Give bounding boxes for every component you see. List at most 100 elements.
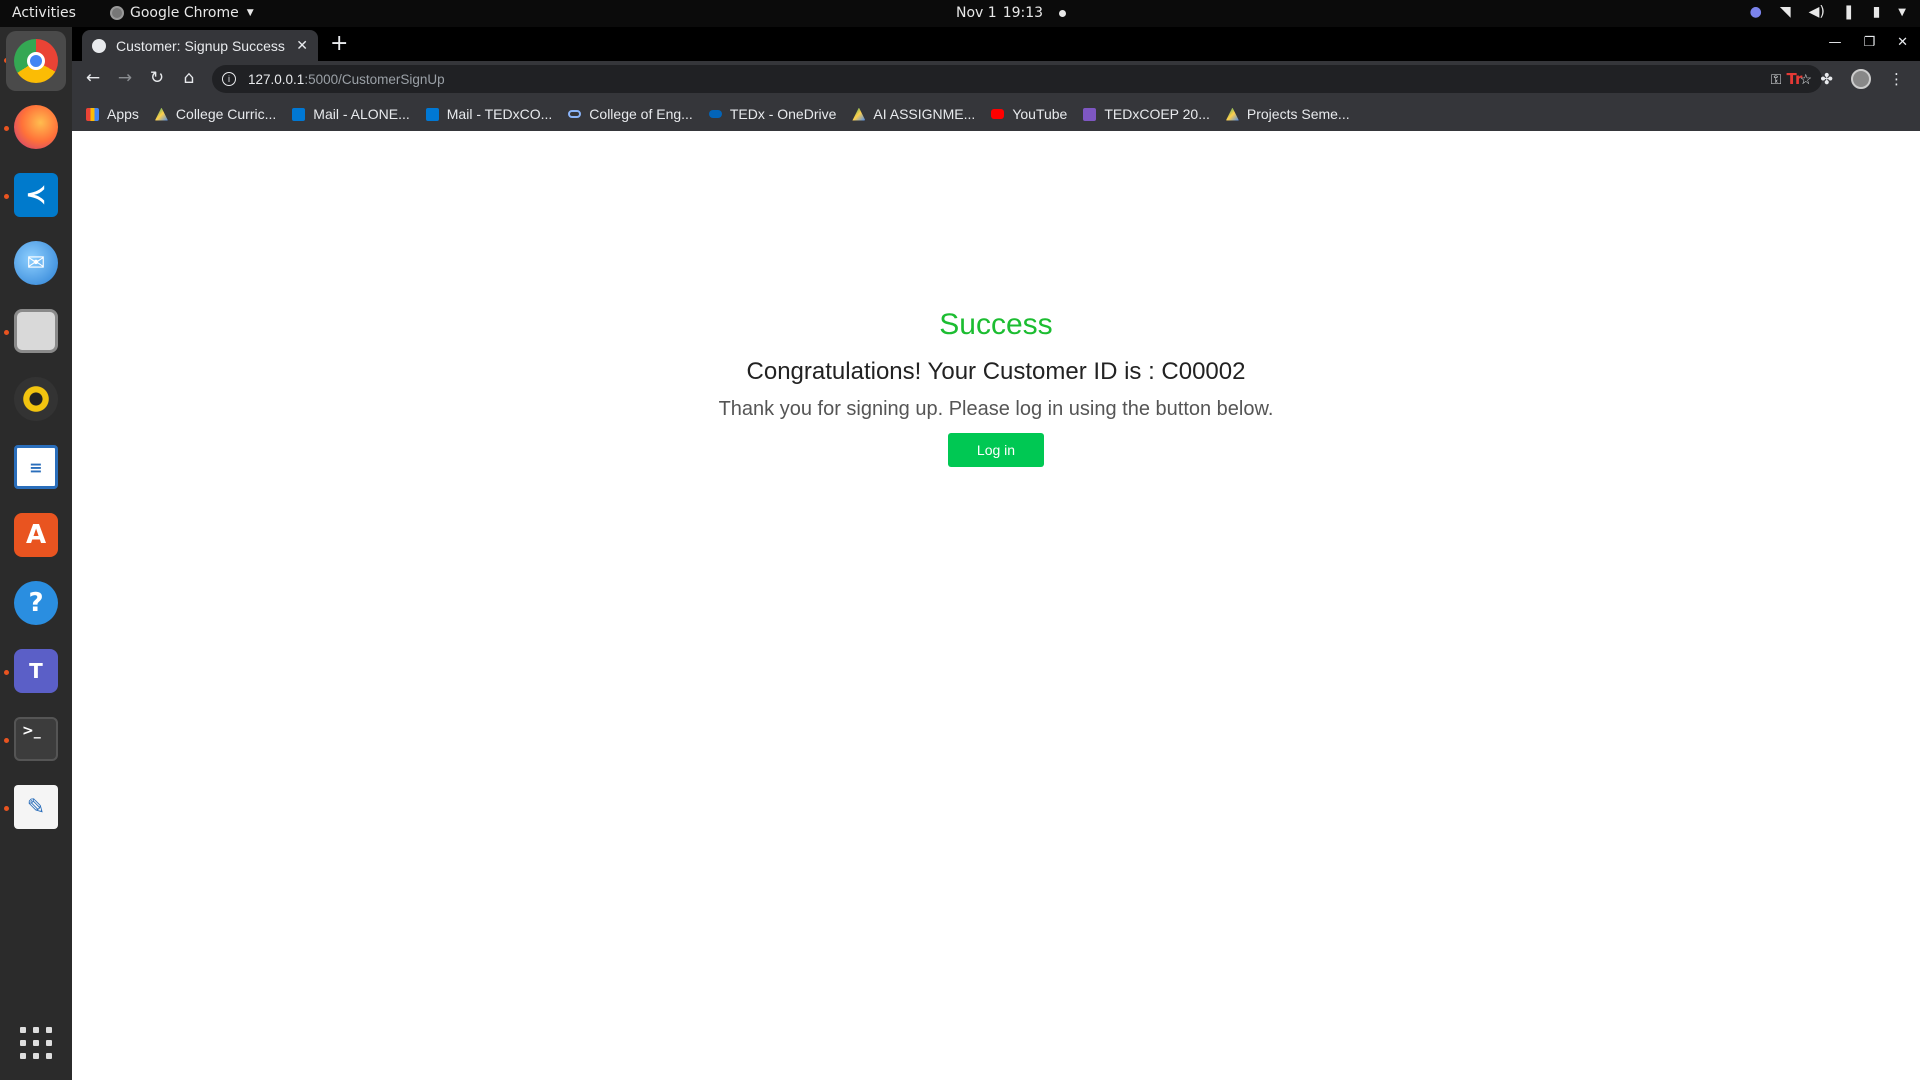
outlook-icon: [292, 107, 306, 121]
more-menu-icon[interactable]: ⋮: [1889, 70, 1904, 88]
dock-chrome[interactable]: [6, 31, 66, 91]
running-indicator-icon: [4, 806, 9, 811]
bookmark-label: TEDx - OneDrive: [729, 106, 837, 122]
customer-id-message: Congratulations! Your Customer ID is : C…: [746, 358, 1246, 385]
bookmark-label: College Curric...: [175, 106, 277, 122]
activities-button[interactable]: Activities: [12, 5, 76, 21]
document-icon: ≡: [14, 445, 58, 489]
globe-icon: [92, 38, 106, 53]
close-window-icon[interactable]: ✕: [1897, 35, 1908, 50]
dock-writer[interactable]: ≡: [11, 442, 61, 492]
bookmark-item[interactable]: College Curric...: [154, 106, 277, 122]
dock-help[interactable]: ?: [11, 578, 61, 628]
forward-icon[interactable]: →: [114, 68, 136, 88]
bookmark-label: Mail - TEDxCO...: [446, 106, 553, 122]
firefox-icon: [14, 105, 58, 149]
dock-software[interactable]: A: [11, 510, 61, 560]
dock-rhythmbox[interactable]: [11, 374, 61, 424]
bookmark-item[interactable]: TEDxCOEP 20...: [1083, 106, 1210, 122]
bookmark-item[interactable]: Mail - ALONE...: [292, 106, 410, 122]
home-icon[interactable]: ⌂: [178, 68, 200, 88]
back-icon[interactable]: ←: [82, 68, 104, 88]
dock-thunderbird[interactable]: ✉: [11, 238, 61, 288]
app-menu[interactable]: Google Chrome ▼: [110, 5, 254, 21]
url-path: :5000/CustomerSignUp: [304, 71, 445, 87]
power-menu-caret-icon[interactable]: ▼: [1898, 7, 1906, 18]
close-tab-icon[interactable]: ✕: [296, 37, 308, 54]
bookmark-item[interactable]: TEDx - OneDrive: [708, 106, 837, 122]
clock-date: Nov 1: [956, 5, 997, 21]
dock-terminal[interactable]: >_: [11, 714, 61, 764]
login-button[interactable]: Log in: [948, 433, 1044, 467]
clock[interactable]: Nov 1 19:13: [956, 5, 1067, 21]
dock-text-editor[interactable]: ✎: [11, 782, 61, 832]
restore-icon[interactable]: ❐: [1863, 35, 1875, 50]
volume-icon: ◀): [1808, 4, 1825, 20]
site-info-icon[interactable]: i: [222, 72, 236, 86]
list-icon: [1083, 107, 1097, 121]
profile-avatar[interactable]: [1851, 69, 1871, 89]
microphone-icon: ❚: [1842, 4, 1855, 20]
bookmark-item[interactable]: College of Eng...: [568, 106, 693, 122]
dock-files[interactable]: [11, 306, 61, 356]
success-panel: Success Congratulations! Your Customer I…: [72, 307, 1920, 467]
dock-vscode[interactable]: ≺: [11, 170, 61, 220]
notification-dot-icon: [1059, 9, 1067, 17]
minimize-icon[interactable]: —: [1828, 35, 1841, 50]
extension-red-icon[interactable]: Tr: [1786, 70, 1802, 88]
chrome-icon: [14, 39, 58, 83]
wifi-icon: ◥: [1779, 4, 1791, 20]
system-top-bar: Activities Google Chrome ▼ Nov 1 19:13 ●…: [0, 0, 1920, 27]
running-indicator-icon: [4, 194, 9, 199]
address-bar[interactable]: i 127.0.0.1:5000/CustomerSignUp ⚿ ☆: [212, 65, 1822, 93]
extensions-puzzle-icon[interactable]: ✤: [1820, 70, 1833, 88]
google-drive-icon: [154, 107, 168, 121]
bookmarks-bar: Apps College Curric... Mail - ALONE... M…: [72, 97, 1920, 131]
url-host: 127.0.0.1: [248, 71, 305, 87]
key-icon[interactable]: ⚿: [1771, 71, 1782, 88]
page-viewport: Success Congratulations! Your Customer I…: [72, 131, 1920, 1080]
caret-down-icon: ▼: [246, 8, 254, 18]
folder-icon: [14, 309, 58, 353]
dock-firefox[interactable]: [11, 102, 61, 152]
window-controls: — ❐ ✕: [1828, 35, 1908, 50]
google-drive-icon: [1225, 107, 1239, 121]
bookmark-item[interactable]: Mail - TEDxCO...: [425, 106, 553, 122]
google-drive-icon: [852, 107, 866, 121]
running-indicator-icon: [4, 126, 9, 131]
apps-grid-icon: [86, 107, 99, 121]
instruction-text: Thank you for signing up. Please log in …: [718, 398, 1274, 420]
onedrive-cloud-icon: [708, 110, 722, 118]
show-applications-icon[interactable]: [20, 1027, 52, 1059]
bookmark-item[interactable]: Projects Seme...: [1225, 106, 1350, 122]
thunderbird-icon: ✉: [14, 241, 58, 285]
bookmark-label: Apps: [107, 106, 139, 122]
bookmark-item[interactable]: YouTube: [991, 106, 1067, 122]
dock-teams[interactable]: T: [11, 646, 61, 696]
bookmark-label: College of Eng...: [589, 106, 693, 122]
bookmark-label: YouTube: [1012, 106, 1068, 122]
help-icon: ?: [14, 581, 58, 625]
dock: ≺ ✉ ≡ A ? T >_ ✎: [0, 27, 72, 1080]
tab-title: Customer: Signup Success: [116, 37, 285, 54]
reload-icon[interactable]: ↻: [146, 68, 168, 88]
browser-window: Customer: Signup Success ✕ + — ❐ ✕ ← → ↻…: [72, 27, 1920, 131]
tab-strip: Customer: Signup Success ✕ + — ❐ ✕: [72, 27, 1920, 61]
system-tray[interactable]: ● ◥ ◀) ❚ ▮ ▼: [1750, 4, 1906, 20]
bookmark-label: AI ASSIGNME...: [873, 106, 976, 122]
teams-tray-icon[interactable]: ●: [1750, 4, 1762, 20]
clock-time: 19:13: [1002, 5, 1044, 21]
app-menu-label: Google Chrome: [130, 5, 239, 21]
software-store-icon: A: [14, 513, 58, 557]
bookmark-apps[interactable]: Apps: [86, 106, 139, 122]
new-tab-icon[interactable]: +: [330, 33, 348, 55]
rhythmbox-icon: [14, 377, 58, 421]
running-indicator-icon: [4, 670, 9, 675]
teams-icon: T: [14, 649, 58, 693]
link-icon: [568, 110, 582, 118]
bookmark-item[interactable]: AI ASSIGNME...: [852, 106, 975, 122]
extension-icons: Tr ✤ ⋮: [1786, 69, 1904, 89]
bookmark-label: Projects Seme...: [1246, 106, 1350, 122]
running-indicator-icon: [4, 738, 9, 743]
tab-active[interactable]: Customer: Signup Success ✕: [82, 30, 318, 61]
